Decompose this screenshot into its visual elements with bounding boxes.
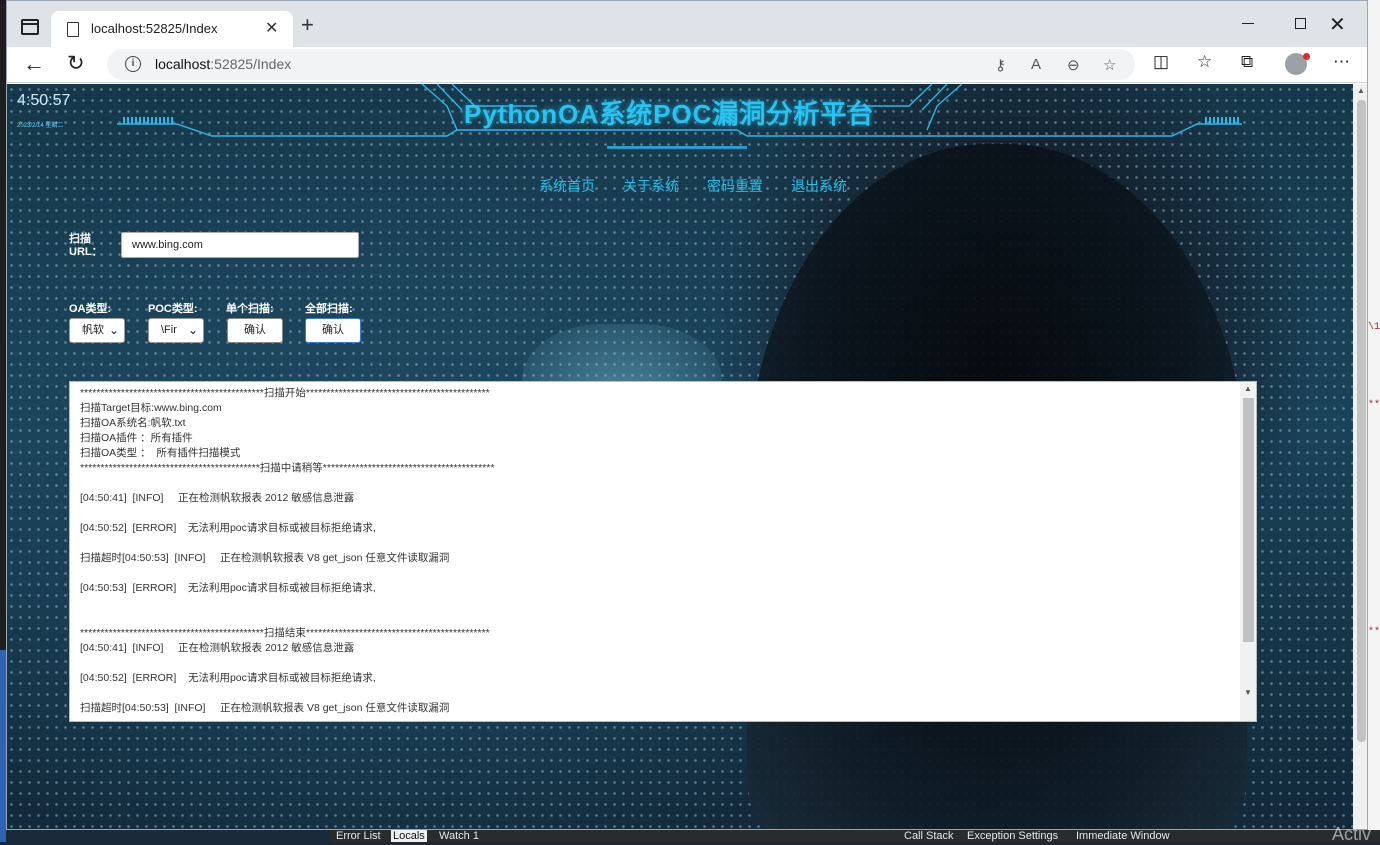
log-line: [04:50:53] [ERROR] 无法利用poc请求目标或被目标拒绝请求,	[80, 582, 376, 594]
minimize-icon[interactable]	[1242, 23, 1254, 24]
log-line: 扫描超时[04:50:53] [INFO] 正在检测帆软报表 V8 get_js…	[80, 702, 450, 714]
log-line: [04:50:52] [ERROR] 无法利用poc请求目标或被目标拒绝请求,	[80, 522, 376, 534]
page-scrollbar[interactable]: ▲	[1353, 84, 1367, 829]
ide-tab-error-list[interactable]: Error List	[336, 830, 381, 842]
log-line: ****************************************…	[80, 627, 490, 639]
all-scan-button[interactable]: 确认	[305, 318, 361, 343]
more-icon[interactable]: ⋯	[1333, 52, 1350, 72]
url-label: 扫描URL：	[69, 233, 103, 258]
sidebar-toggle-icon[interactable]	[21, 19, 39, 35]
clock-date: 2023/2/14 星期二	[17, 123, 64, 129]
ide-bottom-panel: Error List Locals Watch 1 Call Stack Exc…	[330, 830, 1380, 842]
log-line: 扫描Target目标:www.bing.com	[80, 402, 222, 414]
editor-fragment: **	[1368, 400, 1380, 411]
nav-home[interactable]: 系统首页	[539, 176, 595, 196]
single-scan-button[interactable]: 确认	[227, 318, 283, 343]
log-line: ****************************************…	[80, 387, 490, 399]
close-icon[interactable]: ✕	[265, 18, 278, 38]
editor-fragment: \1	[1368, 322, 1380, 333]
editor-fragment: **	[1368, 627, 1380, 638]
oa-type-select[interactable]: 帆软 ⌄	[69, 318, 125, 343]
chevron-down-icon: ⌄	[108, 323, 119, 337]
notification-dot	[1303, 53, 1310, 60]
page-viewport: 4:50:57 2023/2/14 星期二 PythonOA系统POC漏洞分析平…	[7, 84, 1353, 829]
favorites-icon[interactable]: ☆	[1197, 52, 1212, 72]
reload-icon[interactable]: ↻	[67, 51, 85, 76]
document-icon	[67, 22, 79, 37]
all-scan-label: 全部扫描:	[305, 303, 353, 315]
oa-type-value: 帆软	[82, 324, 104, 336]
address-bar: ← ↻ i localhost:52825/Index ⚷ A ⊖ ☆ ◫ ☆ …	[7, 47, 1367, 83]
scan-log-textarea[interactable]: ****************************************…	[69, 381, 1257, 722]
tab-bar: localhost:52825/Index ✕ + ✕	[7, 1, 1367, 47]
log-line: [04:50:41] [INFO] 正在检测帆软报表 2012 敏感信息泄露	[80, 492, 355, 504]
nav-about[interactable]: 关于系统	[623, 176, 679, 196]
collections-icon[interactable]: ⧉	[1241, 52, 1253, 72]
url-field[interactable]: i localhost:52825/Index ⚷ A ⊖ ☆	[107, 49, 1135, 80]
scan-url-input[interactable]: www.bing.com	[121, 232, 359, 258]
page-scroll-thumb[interactable]	[1357, 100, 1366, 742]
browser-tab[interactable]: localhost:52825/Index ✕	[51, 11, 293, 47]
scroll-up-icon[interactable]: ▲	[1244, 384, 1252, 393]
ide-tab-watch[interactable]: Watch 1	[439, 830, 479, 842]
info-icon[interactable]: i	[125, 56, 141, 72]
poc-type-value: \Fir	[161, 324, 177, 336]
ide-tab-locals[interactable]: Locals	[391, 830, 427, 842]
single-scan-label: 单个扫描:	[226, 303, 274, 315]
url-path: :52825/Index	[210, 56, 292, 72]
url-text: localhost:52825/Index	[155, 56, 291, 72]
favorite-add-icon[interactable]: ☆	[1103, 56, 1116, 74]
back-arrow-icon[interactable]: ←	[23, 51, 45, 77]
background-editor-strip: \1 ** **	[1368, 0, 1380, 842]
log-line: [04:50:52] [ERROR] 无法利用poc请求目标或被目标拒绝请求,	[80, 672, 376, 684]
log-lines: ****************************************…	[80, 386, 1230, 716]
read-aloud-icon[interactable]: A	[1031, 56, 1041, 73]
nav-logout[interactable]: 退出系统	[791, 176, 847, 196]
log-line: ****************************************…	[80, 462, 495, 474]
scroll-up-icon[interactable]: ▲	[1357, 86, 1365, 95]
tab-title: localhost:52825/Index	[91, 21, 218, 36]
log-line: [04:50:41] [INFO] 正在检测帆软报表 2012 敏感信息泄露	[80, 642, 355, 654]
split-screen-icon[interactable]: ◫	[1153, 52, 1169, 72]
ide-tab-exception-settings[interactable]: Exception Settings	[967, 830, 1058, 842]
ide-tab-immediate-window[interactable]: Immediate Window	[1076, 830, 1170, 842]
log-line: 扫描OA系统名:帆软.txt	[80, 417, 186, 429]
log-line: 扫描OA插件 ：所有插件	[80, 432, 193, 444]
plus-icon[interactable]: +	[301, 14, 314, 36]
log-line: 扫描OA类型 ： 所有插件扫描模式	[80, 447, 241, 459]
poc-type-select[interactable]: \Fir ⌄	[148, 318, 204, 343]
log-line: 扫描超时[04:50:53] [INFO] 正在检测帆软报表 V8 get_js…	[80, 552, 450, 564]
zoom-out-icon[interactable]: ⊖	[1067, 56, 1080, 74]
page-title: PythonOA系统POC漏洞分析平台	[464, 99, 875, 129]
clock-time: 4:50:57	[17, 92, 71, 109]
poc-type-label: POC类型:	[148, 303, 198, 315]
chevron-down-icon: ⌄	[187, 323, 198, 337]
browser-window: localhost:52825/Index ✕ + ✕ ← ↻ i localh…	[6, 0, 1368, 830]
oa-type-label: OA类型:	[69, 303, 112, 315]
scroll-down-icon[interactable]: ▼	[1244, 688, 1252, 697]
window-close-icon[interactable]: ✕	[1329, 12, 1346, 37]
log-scroll-thumb[interactable]	[1243, 398, 1254, 642]
ide-tab-call-stack[interactable]: Call Stack	[904, 830, 954, 842]
url-host: localhost	[155, 56, 211, 72]
nav-password-reset[interactable]: 密码重置	[707, 176, 763, 196]
log-scrollbar[interactable]: ▲ ▼	[1240, 382, 1256, 721]
key-icon[interactable]: ⚷	[995, 56, 1006, 74]
maximize-icon[interactable]	[1295, 18, 1306, 29]
